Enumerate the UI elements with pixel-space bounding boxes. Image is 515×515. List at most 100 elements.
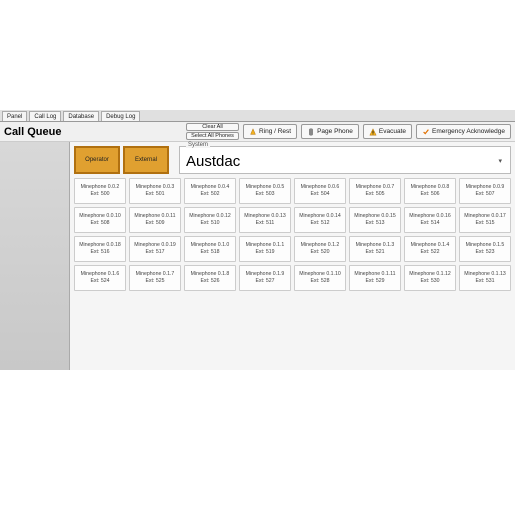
panel-header-row: Operator External System Austdac ▾ [74,146,511,174]
phone-ext: Ext: 523 [475,249,494,256]
phone-cell[interactable]: Minephone 0.0.8Ext: 506 [404,178,456,204]
operator-button[interactable]: Operator [74,146,120,174]
phone-cell[interactable]: Minephone 0.1.5Ext: 523 [459,236,511,262]
phone-ext: Ext: 502 [200,191,219,198]
phone-name: Minephone 0.1.11 [354,271,395,278]
external-button[interactable]: External [123,146,169,174]
phone-ext: Ext: 503 [255,191,274,198]
phone-name: Minephone 0.1.13 [464,271,506,278]
phone-icon [307,128,315,136]
phone-cell[interactable]: Minephone 0.1.4Ext: 522 [404,236,456,262]
phone-cell[interactable]: Minephone 0.0.10Ext: 508 [74,207,126,233]
phone-cell[interactable]: Minephone 0.1.6Ext: 524 [74,265,126,291]
phone-name: Minephone 0.1.12 [409,271,451,278]
tab-call-log[interactable]: Call Log [29,111,61,121]
phone-cell[interactable]: Minephone 0.1.11Ext: 529 [349,265,401,291]
phone-name: Minephone 0.0.11 [134,213,175,220]
clear-all-button[interactable]: Clear All [186,123,239,131]
select-all-button[interactable]: Select All Phones [186,132,239,140]
phone-ext: Ext: 514 [420,220,439,227]
phone-ext: Ext: 522 [420,249,439,256]
phone-cell[interactable]: Minephone 0.0.17Ext: 515 [459,207,511,233]
phone-ext: Ext: 519 [255,249,274,256]
phone-cell[interactable]: Minephone 0.1.8Ext: 526 [184,265,236,291]
phone-cell[interactable]: Minephone 0.0.15Ext: 513 [349,207,401,233]
phone-name: Minephone 0.0.5 [246,184,285,191]
phone-grid: Minephone 0.0.2Ext: 500Minephone 0.0.3Ex… [74,178,511,291]
phone-ext: Ext: 505 [365,191,384,198]
system-select[interactable]: Austdac ▾ [186,153,504,170]
phone-cell[interactable]: Minephone 0.0.6Ext: 504 [294,178,346,204]
phone-name: Minephone 0.1.3 [356,242,395,249]
phone-cell[interactable]: Minephone 0.1.9Ext: 527 [239,265,291,291]
phone-cell[interactable]: Minephone 0.1.0Ext: 518 [184,236,236,262]
phone-cell[interactable]: Minephone 0.1.1Ext: 519 [239,236,291,262]
ring-reset-label: Ring / Rest [259,128,291,135]
phone-ext: Ext: 529 [365,278,384,285]
phone-cell[interactable]: Minephone 0.0.16Ext: 514 [404,207,456,233]
phone-name: Minephone 0.0.14 [299,213,341,220]
phone-cell[interactable]: Minephone 0.0.2Ext: 500 [74,178,126,204]
phone-cell[interactable]: Minephone 0.0.5Ext: 503 [239,178,291,204]
content: Operator External System Austdac ▾ Minep… [0,142,515,370]
tab-panel[interactable]: Panel [2,111,27,121]
phone-name: Minephone 0.0.7 [356,184,395,191]
phone-cell[interactable]: Minephone 0.1.7Ext: 525 [129,265,181,291]
tab-debug-log[interactable]: Debug Log [101,111,140,121]
page-phone-label: Page Phone [317,128,353,135]
phone-cell[interactable]: Minephone 0.0.14Ext: 512 [294,207,346,233]
phone-name: Minephone 0.1.5 [466,242,505,249]
chevron-down-icon: ▾ [498,157,504,165]
phone-ext: Ext: 501 [145,191,164,198]
phone-cell[interactable]: Minephone 0.1.2Ext: 520 [294,236,346,262]
phone-ext: Ext: 516 [90,249,109,256]
evacuate-label: Evacuate [379,128,406,135]
phone-name: Minephone 0.0.18 [79,242,121,249]
phone-ext: Ext: 527 [255,278,274,285]
phone-name: Minephone 0.1.0 [191,242,230,249]
system-label: System [186,142,210,148]
tab-database[interactable]: Database [63,111,99,121]
warning-icon [369,128,377,136]
phone-cell[interactable]: Minephone 0.1.3Ext: 521 [349,236,401,262]
phone-cell[interactable]: Minephone 0.0.19Ext: 517 [129,236,181,262]
phone-ext: Ext: 521 [365,249,384,256]
phone-ext: Ext: 500 [90,191,109,198]
call-queue-sidebar [0,142,70,370]
phone-ext: Ext: 508 [90,220,109,227]
phone-name: Minephone 0.0.17 [464,213,506,220]
phone-cell[interactable]: Minephone 0.1.10Ext: 528 [294,265,346,291]
phone-cell[interactable]: Minephone 0.0.12Ext: 510 [184,207,236,233]
phone-cell[interactable]: Minephone 0.0.18Ext: 516 [74,236,126,262]
phone-cell[interactable]: Minephone 0.0.13Ext: 511 [239,207,291,233]
phone-ext: Ext: 511 [256,220,275,227]
phone-cell[interactable]: Minephone 0.0.11Ext: 509 [129,207,181,233]
phone-name: Minephone 0.0.8 [411,184,450,191]
phone-cell[interactable]: Minephone 0.0.7Ext: 505 [349,178,401,204]
phone-ext: Ext: 510 [200,220,219,227]
page-phone-button[interactable]: Page Phone [301,124,359,139]
phone-ext: Ext: 504 [310,191,329,198]
phone-cell[interactable]: Minephone 0.1.13Ext: 531 [459,265,511,291]
phone-ext: Ext: 525 [145,278,164,285]
phone-cell[interactable]: Minephone 0.0.9Ext: 507 [459,178,511,204]
phone-ext: Ext: 517 [145,249,164,256]
phone-ext: Ext: 528 [310,278,329,285]
phone-cell[interactable]: Minephone 0.0.3Ext: 501 [129,178,181,204]
phone-cell[interactable]: Minephone 0.1.12Ext: 530 [404,265,456,291]
system-group: System Austdac ▾ [179,146,511,174]
phone-cell[interactable]: Minephone 0.0.4Ext: 502 [184,178,236,204]
phone-name: Minephone 0.1.4 [411,242,450,249]
evacuate-button[interactable]: Evacuate [363,124,412,139]
phone-name: Minephone 0.0.3 [136,184,175,191]
ring-reset-button[interactable]: Ring / Rest [243,124,297,139]
phone-ext: Ext: 512 [310,220,329,227]
main: Call Queue Clear All Select All Phones R… [0,122,515,370]
phone-name: Minephone 0.1.10 [299,271,341,278]
phone-name: Minephone 0.1.9 [246,271,285,278]
emergency-ack-button[interactable]: Emergency Acknowledge [416,124,511,139]
check-icon [422,128,430,136]
phone-ext: Ext: 524 [90,278,109,285]
phone-ext: Ext: 506 [420,191,439,198]
clear-select-stack: Clear All Select All Phones [186,123,239,140]
